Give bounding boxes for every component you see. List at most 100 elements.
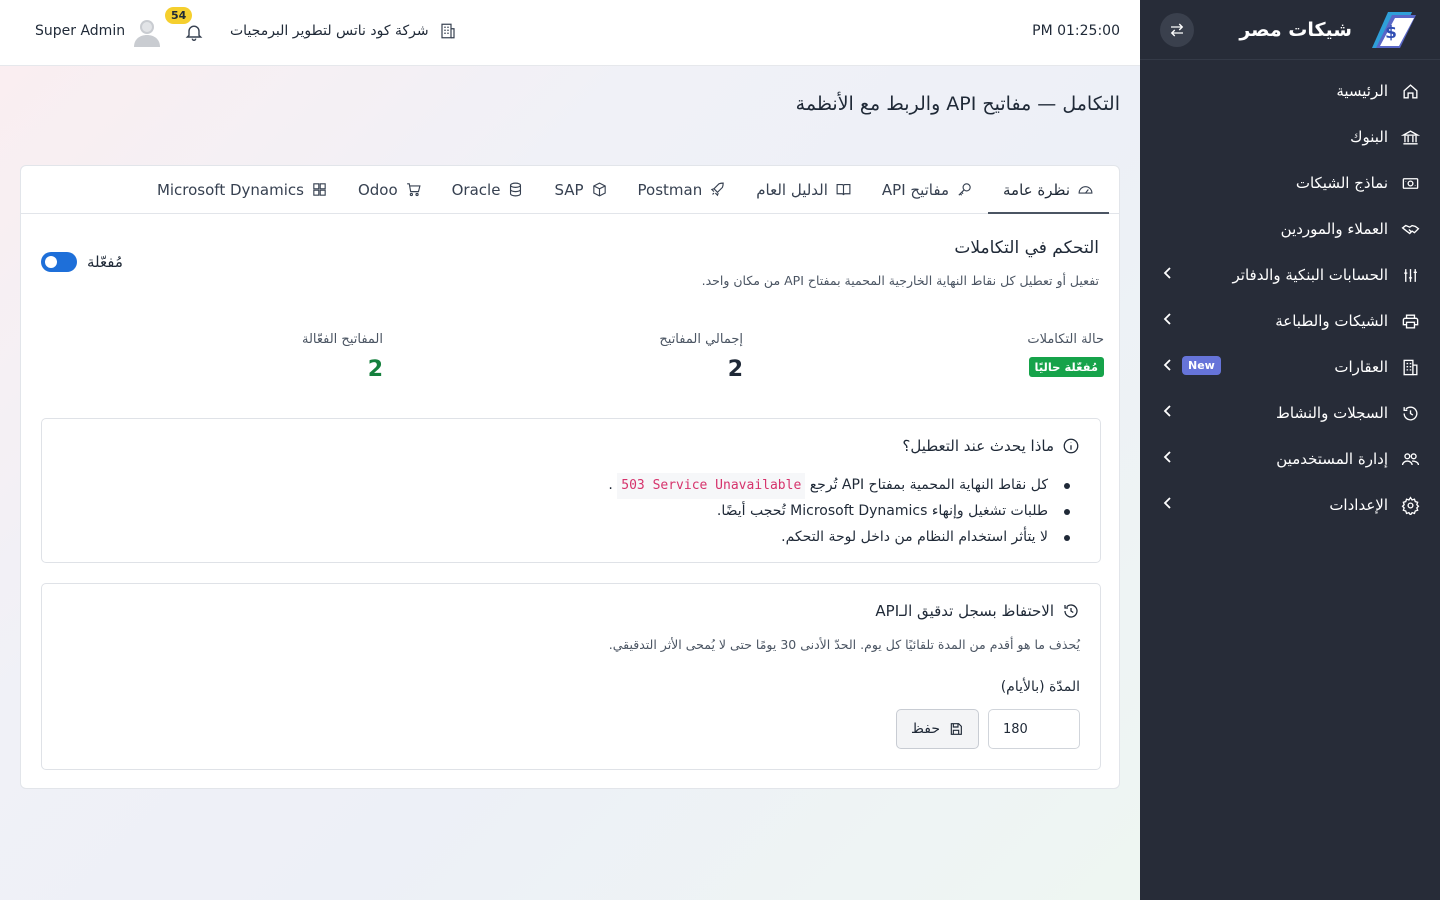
sidebar-nav: الرئيسية البنوك نماذج الشيكات العملاء وا…: [1140, 60, 1440, 528]
handshake-icon: [1400, 219, 1420, 239]
building-icon: [1400, 357, 1420, 377]
tab-bar: نظرة عامة مفاتيح API الدليل العام Postma…: [21, 166, 1119, 214]
sidebar-item-label: السجلات والنشاط: [1276, 404, 1388, 422]
book-icon: [836, 183, 851, 196]
database-icon: [510, 182, 522, 197]
stat-total-keys: إجمالي المفاتيح 2: [659, 332, 743, 382]
key-icon: [958, 183, 971, 196]
bullet-text: كل نقاط النهاية المحمية بمفتاح API تُرجع: [809, 477, 1048, 493]
tab-microsoft-dynamics[interactable]: Microsoft Dynamics: [142, 166, 343, 213]
integration-control-description: تفعيل أو تعطيل كل نقاط النهاية الخارجية …: [701, 273, 1099, 288]
sidebar-item-banks[interactable]: البنوك: [1140, 114, 1440, 160]
integration-control-title: التحكم في التكاملات: [954, 238, 1099, 258]
tab-oracle[interactable]: Oracle: [437, 166, 540, 213]
sidebar-item-cheque-templates[interactable]: نماذج الشيكات: [1140, 160, 1440, 206]
cash-icon: [1400, 173, 1420, 193]
duration-input[interactable]: 180: [988, 709, 1080, 749]
tab-label: Postman: [637, 180, 703, 199]
audit-retention-description: يُحذف ما هو أقدم من المدة تلقائيًا كل يو…: [608, 637, 1080, 652]
tab-sap[interactable]: SAP: [539, 166, 622, 213]
tab-label: نظرة عامة: [1003, 180, 1070, 199]
stat-label: حالة التكاملات: [1027, 332, 1104, 347]
audit-retention-title: الاحتفاظ بسجل تدقيق الـAPI: [875, 602, 1080, 620]
user-name[interactable]: Super Admin: [35, 23, 125, 39]
bell-icon: [185, 25, 203, 41]
disable-info-title: ماذا يحدث عند التعطيل؟: [902, 437, 1080, 455]
gauge-icon: [1078, 186, 1093, 194]
sidebar-item-label: العملاء والموردين: [1280, 220, 1388, 238]
brand-logo: $: [1372, 11, 1416, 48]
sidebar-toggle-button[interactable]: [1160, 12, 1194, 47]
sidebar-item-user-management[interactable]: إدارة المستخدمين: [1140, 436, 1440, 482]
toggle-label: مُفعّلة: [87, 253, 123, 271]
printer-icon: [1400, 311, 1420, 331]
tab-odoo[interactable]: Odoo: [343, 166, 437, 213]
sidebar-item-real-estate[interactable]: العقارات New: [1140, 344, 1440, 390]
tab-postman[interactable]: Postman: [623, 166, 742, 213]
tab-label: مفاتيح API: [881, 180, 950, 199]
list-item: لا يتأثر استخدام النظام من داخل لوحة الت…: [608, 525, 1070, 551]
list-item: طلبات تشغيل وإنهاء Microsoft Dynamics تُ…: [608, 499, 1070, 525]
sidebar-item-label: الإعدادات: [1329, 496, 1388, 514]
tab-label: SAP: [554, 180, 584, 199]
sidebar-item-clients-suppliers[interactable]: العملاء والموردين: [1140, 206, 1440, 252]
stat-integration-status: حالة التكاملات مُفعّلة حاليًا: [1027, 332, 1104, 377]
status-badge: مُفعّلة حاليًا: [1028, 357, 1104, 377]
grid-icon: [313, 183, 326, 196]
bullet-text: .: [608, 477, 613, 493]
history-icon: [1064, 604, 1078, 618]
sidebar-item-logs-activity[interactable]: السجلات والنشاط: [1140, 390, 1440, 436]
sidebar-item-label: الرئيسية: [1336, 82, 1388, 100]
disable-info-list: كل نقاط النهاية المحمية بمفتاح API تُرجع…: [608, 473, 1070, 551]
chevron-left-icon: [1162, 266, 1174, 284]
company-selector[interactable]: شركة كود ناتس لتطوير البرمجيات: [230, 22, 457, 40]
stat-value: 2: [367, 357, 383, 382]
tab-guide[interactable]: الدليل العام: [741, 166, 867, 213]
tab-label: Microsoft Dynamics: [156, 180, 304, 199]
company-name: شركة كود ناتس لتطوير البرمجيات: [230, 23, 429, 39]
stat-value: 2: [727, 357, 743, 382]
sidebar-item-cheques-printing[interactable]: الشيكات والطباعة: [1140, 298, 1440, 344]
building-icon: [441, 23, 455, 39]
chevron-left-icon: [1162, 496, 1174, 514]
chevron-left-icon: [1162, 358, 1174, 376]
sliders-icon: [1400, 265, 1420, 285]
sidebar-item-label: العقارات: [1334, 358, 1388, 376]
save-button[interactable]: حفظ: [896, 709, 979, 749]
sidebar-item-home[interactable]: الرئيسية: [1140, 68, 1440, 114]
tab-label: الدليل العام: [756, 180, 828, 199]
tab-api-keys[interactable]: مفاتيح API: [867, 166, 988, 213]
tab-label: Odoo: [357, 180, 398, 199]
status-code: 503 Service Unavailable: [617, 473, 806, 499]
swap-arrows-icon: [1170, 23, 1184, 36]
save-icon: [950, 723, 962, 735]
stat-active-keys: المفاتيح الفعّالة 2: [302, 332, 383, 382]
info-icon: [1063, 438, 1079, 454]
chevron-left-icon: [1162, 450, 1174, 468]
avatar[interactable]: [133, 17, 161, 47]
sidebar-item-settings[interactable]: الإعدادات: [1140, 482, 1440, 528]
tab-overview[interactable]: نظرة عامة: [988, 166, 1109, 214]
stat-label: المفاتيح الفعّالة: [301, 332, 383, 347]
sidebar: $ شيكات مصر الرئيسية البنوك نماذج الشيكا…: [1140, 0, 1440, 900]
gear-icon: [1400, 495, 1420, 515]
brand[interactable]: $ شيكات مصر: [1239, 8, 1420, 52]
sidebar-item-label: إدارة المستخدمين: [1276, 450, 1388, 468]
bank-icon: [1400, 127, 1420, 147]
audit-retention-box: الاحتفاظ بسجل تدقيق الـAPI يُحذف ما هو أ…: [41, 583, 1101, 770]
main-area: PM 01:25:00 شركة كود ناتس لتطوير البرمجي…: [0, 0, 1140, 900]
box-title-text: الاحتفاظ بسجل تدقيق الـAPI: [875, 602, 1054, 620]
notifications-button[interactable]: [184, 22, 206, 44]
chevron-left-icon: [1162, 404, 1174, 422]
new-badge: New: [1182, 356, 1221, 375]
sidebar-item-bank-accounts[interactable]: الحسابات البنكية والدفاتر: [1140, 252, 1440, 298]
clock: PM 01:25:00: [1032, 23, 1120, 39]
duration-label: المدّة (بالأيام): [1000, 679, 1080, 695]
integrations-toggle[interactable]: مُفعّلة: [41, 252, 123, 272]
rocket-icon: [711, 182, 724, 197]
page-title: التكامل — مفاتيح API والربط مع الأنظمة: [795, 93, 1120, 115]
home-icon: [1400, 81, 1420, 101]
toggle-switch[interactable]: [41, 252, 77, 272]
users-icon: [1400, 449, 1420, 469]
tab-label: Oracle: [451, 180, 501, 199]
